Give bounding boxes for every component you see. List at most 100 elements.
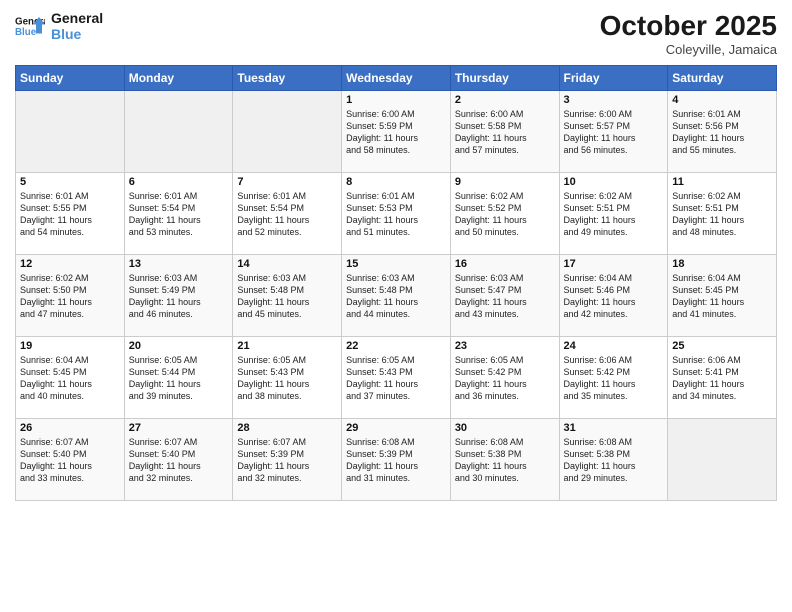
day-number: 17 [564, 258, 664, 270]
week-row-1: 1 Sunrise: 6:00 AM Sunset: 5:59 PM Daylig… [16, 91, 777, 173]
table-row: 20 Sunrise: 6:05 AM Sunset: 5:44 PM Dayli… [124, 337, 233, 419]
table-row: 22 Sunrise: 6:05 AM Sunset: 5:43 PM Dayli… [342, 337, 451, 419]
day-number: 24 [564, 340, 664, 352]
day-number: 14 [237, 258, 337, 270]
cell-content: Sunrise: 6:05 AM Sunset: 5:42 PM Dayligh… [455, 354, 555, 403]
location: Coleyville, Jamaica [600, 42, 777, 57]
day-number: 3 [564, 94, 664, 106]
table-row: 23 Sunrise: 6:05 AM Sunset: 5:42 PM Dayli… [450, 337, 559, 419]
table-row: 8 Sunrise: 6:01 AM Sunset: 5:53 PM Daylig… [342, 173, 451, 255]
cell-content: Sunrise: 6:00 AM Sunset: 5:58 PM Dayligh… [455, 108, 555, 157]
table-row: 19Sunrise: 6:04 AM Sunset: 5:45 PM Dayli… [16, 337, 125, 419]
cell-content: Sunrise: 6:02 AM Sunset: 5:50 PM Dayligh… [20, 272, 120, 321]
week-row-3: 12 Sunrise: 6:02 AM Sunset: 5:50 PM Dayli… [16, 255, 777, 337]
day-number: 25 [672, 340, 772, 352]
col-thursday: Thursday [450, 66, 559, 91]
cell-content: Sunrise: 6:00 AM Sunset: 5:57 PM Dayligh… [564, 108, 664, 157]
cell-content: Sunrise: 6:00 AM Sunset: 5:59 PM Dayligh… [346, 108, 446, 157]
cell-content: Sunrise: 6:03 AM Sunset: 5:48 PM Dayligh… [237, 272, 337, 321]
cell-content: Sunrise: 6:07 AM Sunset: 5:40 PM Dayligh… [129, 436, 229, 485]
day-number: 27 [129, 422, 229, 434]
day-number: 20 [129, 340, 229, 352]
cell-content: Sunrise: 6:07 AM Sunset: 5:40 PM Dayligh… [20, 436, 120, 485]
table-row: 26 Sunrise: 6:07 AM Sunset: 5:40 PM Dayli… [16, 419, 125, 501]
cell-content: Sunrise: 6:02 AM Sunset: 5:51 PM Dayligh… [672, 190, 772, 239]
day-number: 4 [672, 94, 772, 106]
cell-content: Sunrise: 6:06 AM Sunset: 5:42 PM Dayligh… [564, 354, 664, 403]
day-number: 16 [455, 258, 555, 270]
cell-content: Sunrise: 6:03 AM Sunset: 5:49 PM Dayligh… [129, 272, 229, 321]
cell-content: Sunrise: 6:02 AM Sunset: 5:51 PM Dayligh… [564, 190, 664, 239]
table-row: 12 Sunrise: 6:02 AM Sunset: 5:50 PM Dayli… [16, 255, 125, 337]
table-row: 18Sunrise: 6:04 AM Sunset: 5:45 PM Dayli… [668, 255, 777, 337]
table-row: 9Sunrise: 6:02 AM Sunset: 5:52 PM Daylig… [450, 173, 559, 255]
day-number: 18 [672, 258, 772, 270]
day-number: 28 [237, 422, 337, 434]
table-row: 6Sunrise: 6:01 AM Sunset: 5:54 PM Daylig… [124, 173, 233, 255]
table-row: 14 Sunrise: 6:03 AM Sunset: 5:48 PM Dayli… [233, 255, 342, 337]
day-number: 5 [20, 176, 120, 188]
day-number: 26 [20, 422, 120, 434]
table-row: 21 Sunrise: 6:05 AM Sunset: 5:43 PM Dayli… [233, 337, 342, 419]
cell-content: Sunrise: 6:04 AM Sunset: 5:45 PM Dayligh… [20, 354, 120, 403]
cell-content: Sunrise: 6:01 AM Sunset: 5:55 PM Dayligh… [20, 190, 120, 239]
day-number: 21 [237, 340, 337, 352]
day-number: 2 [455, 94, 555, 106]
cell-content: Sunrise: 6:01 AM Sunset: 5:53 PM Dayligh… [346, 190, 446, 239]
calendar-header: Sunday Monday Tuesday Wednesday Thursday… [16, 66, 777, 91]
table-row: 29 Sunrise: 6:08 AM Sunset: 5:39 PM Dayli… [342, 419, 451, 501]
day-number: 30 [455, 422, 555, 434]
day-number: 22 [346, 340, 446, 352]
day-number: 11 [672, 176, 772, 188]
day-number: 6 [129, 176, 229, 188]
cell-content: Sunrise: 6:05 AM Sunset: 5:43 PM Dayligh… [237, 354, 337, 403]
logo-line2: Blue [51, 26, 103, 42]
day-number: 29 [346, 422, 446, 434]
col-wednesday: Wednesday [342, 66, 451, 91]
cell-content: Sunrise: 6:08 AM Sunset: 5:38 PM Dayligh… [455, 436, 555, 485]
cell-content: Sunrise: 6:03 AM Sunset: 5:48 PM Dayligh… [346, 272, 446, 321]
title-block: October 2025 Coleyville, Jamaica [600, 10, 777, 57]
table-row: 17 Sunrise: 6:04 AM Sunset: 5:46 PM Dayli… [559, 255, 668, 337]
table-row: 1 Sunrise: 6:00 AM Sunset: 5:59 PM Daylig… [342, 91, 451, 173]
col-saturday: Saturday [668, 66, 777, 91]
cell-content: Sunrise: 6:06 AM Sunset: 5:41 PM Dayligh… [672, 354, 772, 403]
day-number: 1 [346, 94, 446, 106]
cell-content: Sunrise: 6:05 AM Sunset: 5:43 PM Dayligh… [346, 354, 446, 403]
table-row: 30 Sunrise: 6:08 AM Sunset: 5:38 PM Dayli… [450, 419, 559, 501]
cell-content: Sunrise: 6:01 AM Sunset: 5:56 PM Dayligh… [672, 108, 772, 157]
col-monday: Monday [124, 66, 233, 91]
cell-content: Sunrise: 6:02 AM Sunset: 5:52 PM Dayligh… [455, 190, 555, 239]
day-number: 8 [346, 176, 446, 188]
table-row: 28 Sunrise: 6:07 AM Sunset: 5:39 PM Dayli… [233, 419, 342, 501]
table-row [124, 91, 233, 173]
page: General Blue General Blue October 2025 C… [0, 0, 792, 612]
table-row: 13Sunrise: 6:03 AM Sunset: 5:49 PM Dayli… [124, 255, 233, 337]
cell-content: Sunrise: 6:08 AM Sunset: 5:38 PM Dayligh… [564, 436, 664, 485]
day-number: 15 [346, 258, 446, 270]
table-row: 11 Sunrise: 6:02 AM Sunset: 5:51 PM Dayli… [668, 173, 777, 255]
svg-text:Blue: Blue [15, 27, 37, 38]
cell-content: Sunrise: 6:01 AM Sunset: 5:54 PM Dayligh… [237, 190, 337, 239]
header-row: Sunday Monday Tuesday Wednesday Thursday… [16, 66, 777, 91]
table-row [668, 419, 777, 501]
table-row [16, 91, 125, 173]
cell-content: Sunrise: 6:05 AM Sunset: 5:44 PM Dayligh… [129, 354, 229, 403]
cell-content: Sunrise: 6:07 AM Sunset: 5:39 PM Dayligh… [237, 436, 337, 485]
day-number: 23 [455, 340, 555, 352]
logo: General Blue General Blue [15, 10, 103, 42]
cell-content: Sunrise: 6:08 AM Sunset: 5:39 PM Dayligh… [346, 436, 446, 485]
col-sunday: Sunday [16, 66, 125, 91]
day-number: 12 [20, 258, 120, 270]
table-row: 25 Sunrise: 6:06 AM Sunset: 5:41 PM Dayli… [668, 337, 777, 419]
logo-icon: General Blue [15, 11, 45, 41]
table-row: 10Sunrise: 6:02 AM Sunset: 5:51 PM Dayli… [559, 173, 668, 255]
week-row-2: 5 Sunrise: 6:01 AM Sunset: 5:55 PM Daylig… [16, 173, 777, 255]
table-row: 2 Sunrise: 6:00 AM Sunset: 5:58 PM Daylig… [450, 91, 559, 173]
week-row-5: 26 Sunrise: 6:07 AM Sunset: 5:40 PM Dayli… [16, 419, 777, 501]
logo-line1: General [51, 10, 103, 26]
col-tuesday: Tuesday [233, 66, 342, 91]
cell-content: Sunrise: 6:04 AM Sunset: 5:46 PM Dayligh… [564, 272, 664, 321]
col-friday: Friday [559, 66, 668, 91]
table-row: 4 Sunrise: 6:01 AM Sunset: 5:56 PM Daylig… [668, 91, 777, 173]
